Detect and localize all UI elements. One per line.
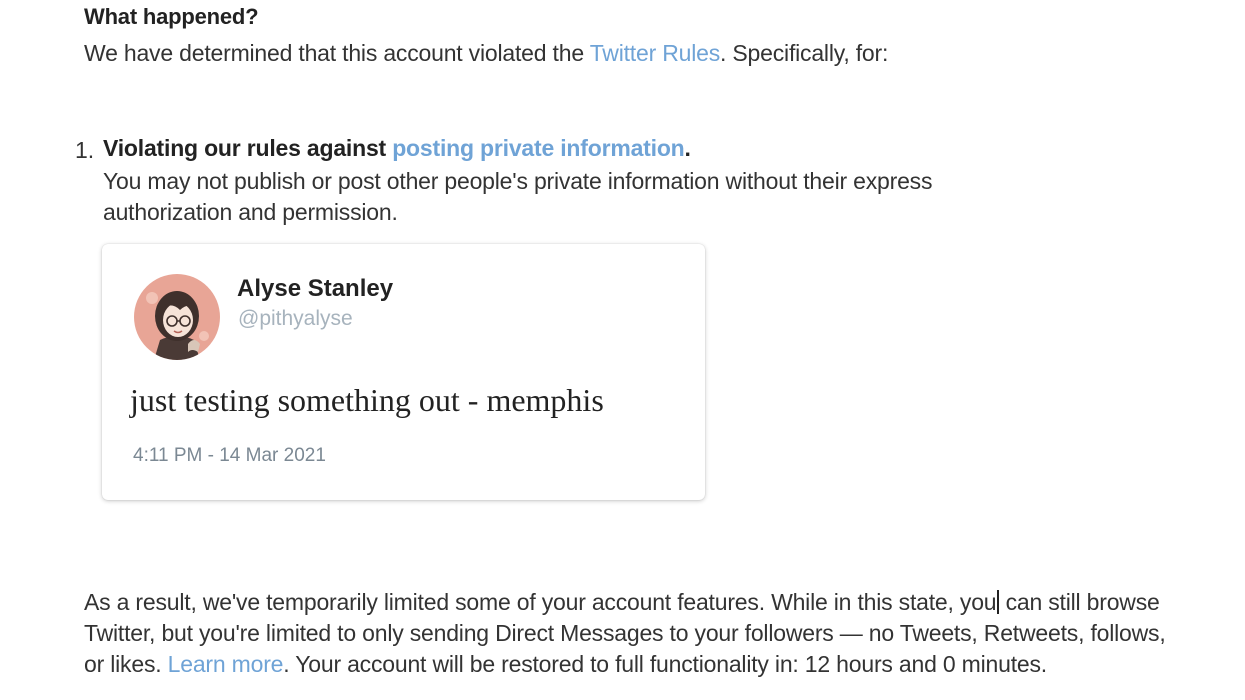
violation-title: Violating our rules against posting priv… bbox=[103, 135, 691, 162]
intro-text-after: . Specifically, for: bbox=[720, 40, 889, 66]
result-text-1: As a result, we've temporarily limited s… bbox=[84, 589, 997, 615]
avatar-illustration-icon bbox=[134, 274, 220, 360]
violation-title-text: Violating our rules against bbox=[103, 135, 393, 161]
tweet-author-name[interactable]: Alyse Stanley bbox=[237, 275, 393, 303]
violation-title-period: . bbox=[684, 135, 691, 161]
tweet-card[interactable]: Alyse Stanley @pithyalyse just testing s… bbox=[102, 244, 705, 500]
user-avatar[interactable] bbox=[134, 274, 220, 360]
posting-private-information-link[interactable]: posting private information bbox=[392, 135, 685, 161]
tweet-text: just testing something out - memphis bbox=[130, 382, 604, 418]
tweet-timestamp[interactable]: 4:11 PM - 14 Mar 2021 bbox=[133, 445, 326, 467]
learn-more-link[interactable]: Learn more bbox=[168, 651, 284, 677]
tweet-author-handle[interactable]: @pithyalyse bbox=[238, 307, 353, 331]
twitter-rules-link[interactable]: Twitter Rules bbox=[590, 40, 721, 66]
result-text-3: . Your account will be restored to full … bbox=[283, 651, 1047, 677]
result-paragraph: As a result, we've temporarily limited s… bbox=[84, 587, 1174, 680]
intro-text-before: We have determined that this account vio… bbox=[84, 40, 590, 66]
violation-number: 1. bbox=[75, 137, 95, 163]
violation-description: You may not publish or post other people… bbox=[103, 168, 933, 225]
what-happened-heading: What happened? bbox=[84, 4, 259, 29]
intro-paragraph: We have determined that this account vio… bbox=[84, 40, 888, 67]
